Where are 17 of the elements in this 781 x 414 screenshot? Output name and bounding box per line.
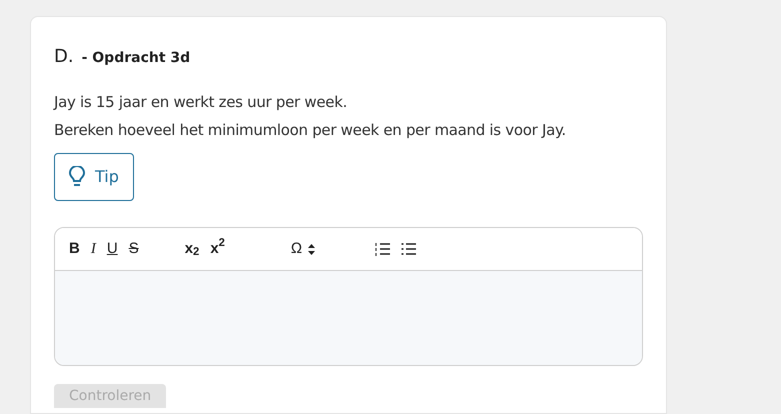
script-button[interactable]: x$^{2}$ [210, 237, 225, 261]
bold-button[interactable]: B [69, 237, 80, 261]
tip-button[interactable]: Tip [54, 153, 134, 201]
script-button[interactable]: x$_{2}$ [184, 237, 200, 261]
strikethrough-button[interactable]: S [128, 237, 139, 261]
special-character-button[interactable]: Ω [290, 237, 316, 261]
sort-icon [308, 244, 316, 254]
underline-button[interactable]: U [106, 237, 118, 261]
lightbulb-icon [69, 166, 85, 188]
question-letter: D. [54, 45, 74, 69]
question-title: - Opdracht 3d [82, 49, 190, 68]
italic-button[interactable]: I [90, 237, 96, 261]
numbered-list-icon [375, 242, 390, 256]
text-editor[interactable]: B I U S x$_{2}$ x$^{2}$ Ω [54, 227, 643, 366]
bullet-list-icon [401, 242, 416, 256]
question-text: Bereken hoeveel het minimumloon per week en per maand is voor Jay. [54, 120, 567, 141]
question-text: Jay is 15 jaar en werkt zes uur per week. [54, 92, 348, 113]
